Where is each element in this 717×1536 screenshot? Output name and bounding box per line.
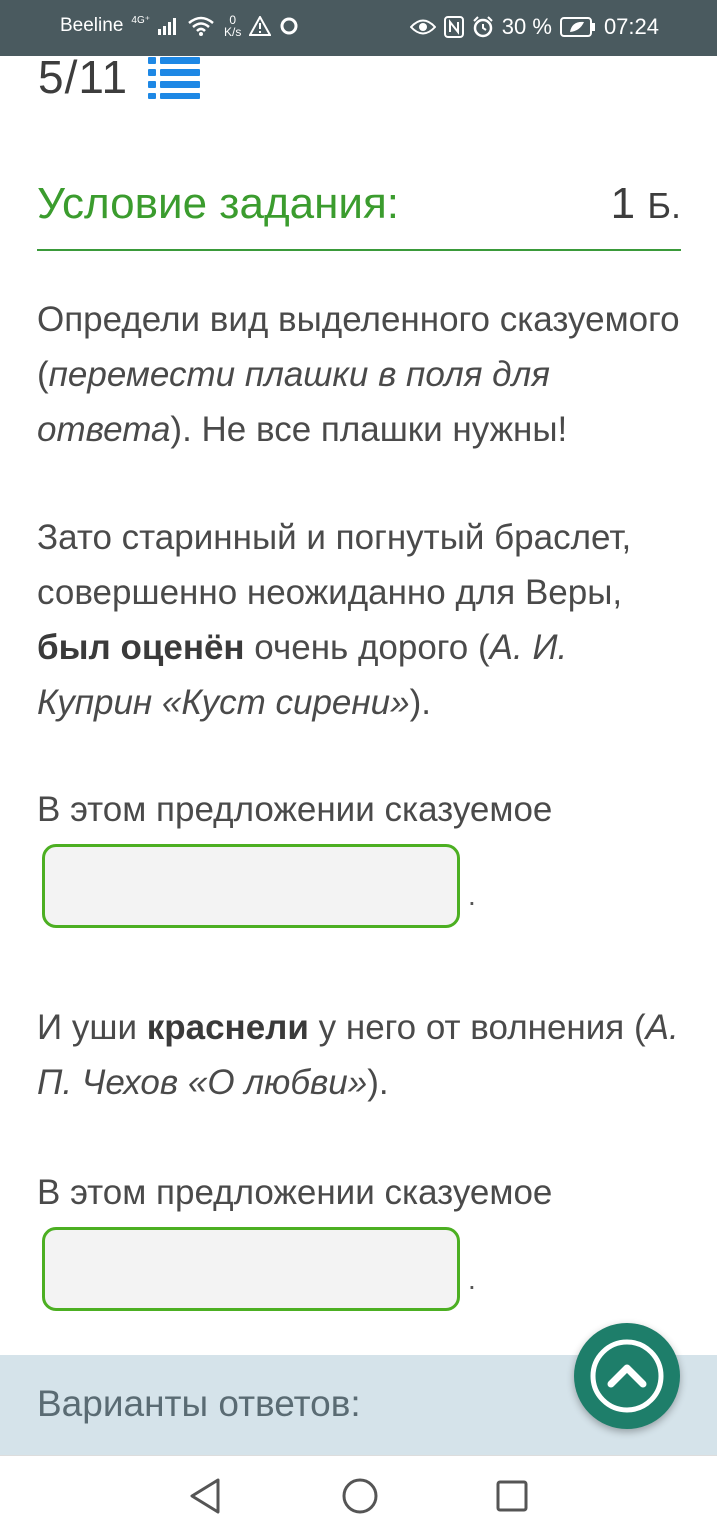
status-bar: Beeline 4G⁺ 0 K/s 30 % 07:24 [0,0,717,56]
signal-icon [158,17,180,35]
task-score: 1 Б. [611,179,681,229]
network-gen: 4G⁺ [131,14,151,26]
battery-icon [559,17,596,37]
clock-time: 07:24 [603,14,659,39]
home-circle-icon[interactable] [340,1476,380,1521]
task-condition-title: Условие задания: [37,179,400,228]
speed-unit: K/s [224,25,242,39]
sentence-2: И уши краснели у него от волнения (А. П.… [37,1000,687,1110]
task-counter: 5/11 [38,50,201,104]
score-value: 1 [610,179,636,228]
network-speed: 0 K/s [224,14,241,38]
list-icon[interactable] [148,55,201,99]
chevron-up-icon [587,1336,667,1416]
prompt-2: В этом предложении сказуемое [37,1173,553,1212]
sentence-2-end: ). [367,1063,389,1102]
answer-drop-field-1[interactable] [42,844,460,928]
nfc-icon [443,16,464,38]
drop-1-period: . [468,880,476,911]
back-triangle-icon[interactable] [188,1476,224,1521]
recent-square-icon[interactable] [494,1476,530,1521]
eye-icon [409,18,436,36]
wifi-icon [188,16,214,36]
carrier-name: Beeline [60,15,124,36]
sentence-1-end: ). [409,683,431,722]
battery-percent: 30 % [501,14,552,39]
task-instruction: Определи вид выделенного сказуемого (пер… [37,292,687,457]
chat-bubble-icon [279,16,299,36]
sentence-1: Зато старинный и погнутый браслет, совер… [37,510,687,730]
sentence-1-pre: Зато старинный и погнутый браслет, совер… [37,518,632,612]
score-unit: Б. [647,185,681,226]
scroll-to-top-button[interactable] [574,1323,680,1429]
warning-icon [249,16,272,36]
answer-variants-label: Варианты ответов: [37,1383,361,1424]
instruction-text-b: ). Не все плашки нужны! [170,410,568,449]
status-right: 30 % 07:24 [409,14,659,40]
alarm-icon [472,16,494,38]
status-left: Beeline 4G⁺ 0 K/s [60,14,299,38]
sentence-1-post: очень дорого ( [244,628,490,667]
sentence-2-predicate: краснели [146,1008,309,1047]
sentence-2-post: у него от волнения ( [308,1008,646,1047]
prompt-1: В этом предложении сказуемое [37,790,553,829]
drop-2-period: . [468,1264,476,1295]
system-nav-bar [0,1455,717,1536]
task-counter-text: 5/11 [38,51,129,103]
task-header: Условие задания: 1 Б. [37,175,681,251]
sentence-2-pre: И уши [37,1008,147,1047]
answer-drop-field-2[interactable] [42,1227,460,1311]
sentence-1-predicate: был оценён [37,628,245,667]
